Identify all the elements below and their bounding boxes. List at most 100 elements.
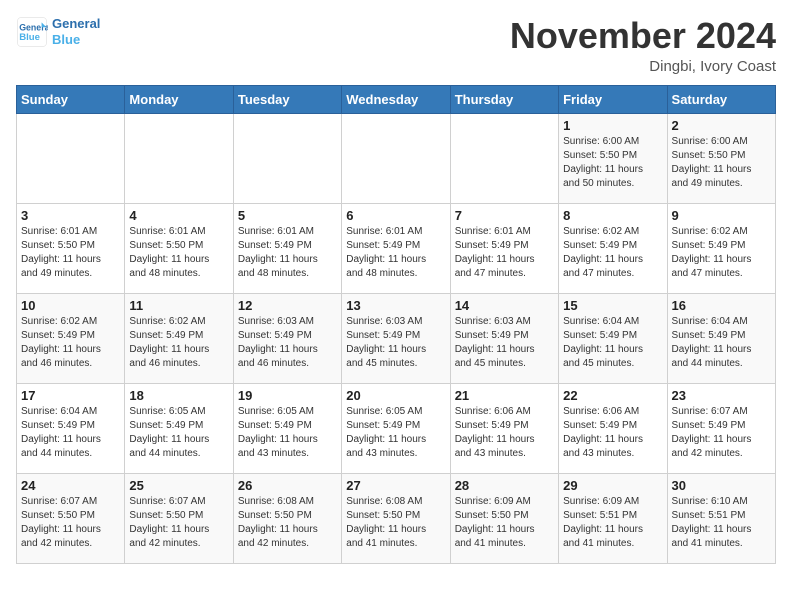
day-number: 21: [455, 388, 554, 403]
week-row-4: 17 Sunrise: 6:04 AMSunset: 5:49 PMDayligh…: [17, 383, 776, 473]
day-cell: 22Sunrise: 6:06 AMSunset: 5:49 PMDayligh…: [559, 383, 667, 473]
svg-text:General: General: [19, 22, 48, 32]
day-cell: 9Sunrise: 6:02 AMSunset: 5:49 PMDaylight…: [667, 203, 775, 293]
day-cell: 1 Sunrise: 6:00 AMSunset: 5:50 PMDaylight…: [559, 113, 667, 203]
day-number: 27: [346, 478, 445, 493]
day-cell: 27 Sunrise: 6:08 AMSunset: 5:50 PMDayligh…: [342, 473, 450, 563]
day-detail: Sunrise: 6:08 AMSunset: 5:50 PMDaylight:…: [238, 495, 337, 551]
logo-icon: General Blue: [16, 16, 48, 48]
svg-text:Blue: Blue: [19, 32, 40, 43]
calendar-header-row: SundayMondayTuesdayWednesdayThursdayFrid…: [17, 85, 776, 113]
day-detail: Sunrise: 6:07 AMSunset: 5:50 PMDaylight:…: [129, 495, 228, 551]
location: Dingbi, Ivory Coast: [510, 58, 776, 75]
day-number: 3: [21, 208, 120, 223]
day-cell: 24Sunrise: 6:07 AMSunset: 5:50 PMDayligh…: [17, 473, 125, 563]
day-cell: 2 Sunrise: 6:00 AMSunset: 5:50 PMDaylight…: [667, 113, 775, 203]
day-cell: [233, 113, 341, 203]
day-number: 10: [21, 298, 120, 313]
day-cell: 19Sunrise: 6:05 AMSunset: 5:49 PMDayligh…: [233, 383, 341, 473]
day-cell: 26 Sunrise: 6:08 AMSunset: 5:50 PMDayligh…: [233, 473, 341, 563]
logo-general: General: [52, 16, 100, 32]
day-detail: Sunrise: 6:04 AMSunset: 5:49 PMDaylight:…: [21, 405, 120, 461]
day-cell: 21 Sunrise: 6:06 AMSunset: 5:49 PMDayligh…: [450, 383, 558, 473]
month-title: November 2024: [510, 16, 776, 56]
day-detail: Sunrise: 6:03 AMSunset: 5:49 PMDaylight:…: [455, 315, 554, 371]
day-detail: Sunrise: 6:01 AMSunset: 5:49 PMDaylight:…: [346, 225, 445, 281]
day-detail: Sunrise: 6:00 AMSunset: 5:50 PMDaylight:…: [672, 135, 771, 191]
day-cell: 28Sunrise: 6:09 AMSunset: 5:50 PMDayligh…: [450, 473, 558, 563]
day-cell: 14 Sunrise: 6:03 AMSunset: 5:49 PMDayligh…: [450, 293, 558, 383]
col-header-tuesday: Tuesday: [233, 85, 341, 113]
week-row-1: 1 Sunrise: 6:00 AMSunset: 5:50 PMDaylight…: [17, 113, 776, 203]
logo-blue: Blue: [52, 32, 100, 48]
day-number: 17: [21, 388, 120, 403]
day-number: 16: [672, 298, 771, 313]
day-cell: 3 Sunrise: 6:01 AMSunset: 5:50 PMDaylight…: [17, 203, 125, 293]
day-number: 19: [238, 388, 337, 403]
day-detail: Sunrise: 6:05 AMSunset: 5:49 PMDaylight:…: [346, 405, 445, 461]
day-cell: [450, 113, 558, 203]
day-number: 7: [455, 208, 554, 223]
day-cell: 8Sunrise: 6:02 AMSunset: 5:49 PMDaylight…: [559, 203, 667, 293]
day-number: 20: [346, 388, 445, 403]
col-header-friday: Friday: [559, 85, 667, 113]
day-detail: Sunrise: 6:09 AMSunset: 5:50 PMDaylight:…: [455, 495, 554, 551]
day-cell: [342, 113, 450, 203]
day-number: 26: [238, 478, 337, 493]
day-number: 22: [563, 388, 662, 403]
col-header-thursday: Thursday: [450, 85, 558, 113]
day-detail: Sunrise: 6:01 AMSunset: 5:49 PMDaylight:…: [455, 225, 554, 281]
col-header-sunday: Sunday: [17, 85, 125, 113]
day-number: 8: [563, 208, 662, 223]
day-number: 12: [238, 298, 337, 313]
day-number: 1: [563, 118, 662, 133]
day-cell: 20 Sunrise: 6:05 AMSunset: 5:49 PMDayligh…: [342, 383, 450, 473]
day-cell: 13 Sunrise: 6:03 AMSunset: 5:49 PMDayligh…: [342, 293, 450, 383]
day-number: 15: [563, 298, 662, 313]
day-cell: 16 Sunrise: 6:04 AMSunset: 5:49 PMDayligh…: [667, 293, 775, 383]
day-cell: 7 Sunrise: 6:01 AMSunset: 5:49 PMDaylight…: [450, 203, 558, 293]
day-detail: Sunrise: 6:09 AMSunset: 5:51 PMDaylight:…: [563, 495, 662, 551]
day-detail: Sunrise: 6:03 AMSunset: 5:49 PMDaylight:…: [346, 315, 445, 371]
day-cell: 30Sunrise: 6:10 AMSunset: 5:51 PMDayligh…: [667, 473, 775, 563]
day-detail: Sunrise: 6:02 AMSunset: 5:49 PMDaylight:…: [21, 315, 120, 371]
day-detail: Sunrise: 6:08 AMSunset: 5:50 PMDaylight:…: [346, 495, 445, 551]
day-detail: Sunrise: 6:03 AMSunset: 5:49 PMDaylight:…: [238, 315, 337, 371]
day-detail: Sunrise: 6:04 AMSunset: 5:49 PMDaylight:…: [563, 315, 662, 371]
day-number: 9: [672, 208, 771, 223]
day-detail: Sunrise: 6:01 AMSunset: 5:49 PMDaylight:…: [238, 225, 337, 281]
day-number: 25: [129, 478, 228, 493]
day-number: 18: [129, 388, 228, 403]
day-number: 14: [455, 298, 554, 313]
day-cell: 29 Sunrise: 6:09 AMSunset: 5:51 PMDayligh…: [559, 473, 667, 563]
day-number: 13: [346, 298, 445, 313]
day-number: 29: [563, 478, 662, 493]
day-number: 30: [672, 478, 771, 493]
day-detail: Sunrise: 6:05 AMSunset: 5:49 PMDaylight:…: [129, 405, 228, 461]
day-cell: 6 Sunrise: 6:01 AMSunset: 5:49 PMDaylight…: [342, 203, 450, 293]
col-header-monday: Monday: [125, 85, 233, 113]
day-cell: 17 Sunrise: 6:04 AMSunset: 5:49 PMDayligh…: [17, 383, 125, 473]
day-cell: 4Sunrise: 6:01 AMSunset: 5:50 PMDaylight…: [125, 203, 233, 293]
day-cell: 12 Sunrise: 6:03 AMSunset: 5:49 PMDayligh…: [233, 293, 341, 383]
day-detail: Sunrise: 6:02 AMSunset: 5:49 PMDaylight:…: [129, 315, 228, 371]
day-number: 6: [346, 208, 445, 223]
day-cell: [17, 113, 125, 203]
week-row-5: 24Sunrise: 6:07 AMSunset: 5:50 PMDayligh…: [17, 473, 776, 563]
day-cell: 15 Sunrise: 6:04 AMSunset: 5:49 PMDayligh…: [559, 293, 667, 383]
day-detail: Sunrise: 6:01 AMSunset: 5:50 PMDaylight:…: [21, 225, 120, 281]
day-detail: Sunrise: 6:04 AMSunset: 5:49 PMDaylight:…: [672, 315, 771, 371]
day-cell: 23Sunrise: 6:07 AMSunset: 5:49 PMDayligh…: [667, 383, 775, 473]
week-row-2: 3 Sunrise: 6:01 AMSunset: 5:50 PMDaylight…: [17, 203, 776, 293]
day-cell: 5Sunrise: 6:01 AMSunset: 5:49 PMDaylight…: [233, 203, 341, 293]
day-number: 23: [672, 388, 771, 403]
day-number: 2: [672, 118, 771, 133]
page: General Blue General Blue November 2024 …: [0, 0, 792, 574]
day-detail: Sunrise: 6:00 AMSunset: 5:50 PMDaylight:…: [563, 135, 662, 191]
col-header-saturday: Saturday: [667, 85, 775, 113]
header-right: November 2024 Dingbi, Ivory Coast: [510, 16, 776, 75]
day-detail: Sunrise: 6:06 AMSunset: 5:49 PMDaylight:…: [455, 405, 554, 461]
day-cell: 10 Sunrise: 6:02 AMSunset: 5:49 PMDayligh…: [17, 293, 125, 383]
day-detail: Sunrise: 6:07 AMSunset: 5:50 PMDaylight:…: [21, 495, 120, 551]
header: General Blue General Blue November 2024 …: [16, 16, 776, 75]
